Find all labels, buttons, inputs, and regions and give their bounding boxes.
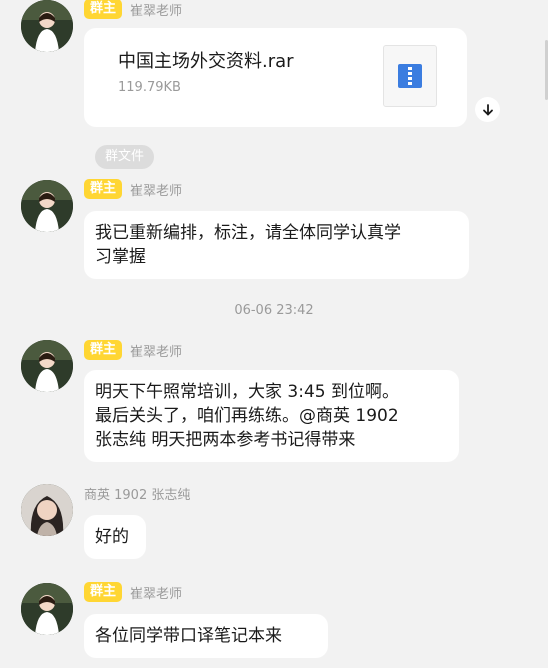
avatar-teacher[interactable] (21, 340, 73, 392)
message-bubble[interactable]: 好的 (84, 515, 146, 559)
message-text: 我已重新编排，标注，请全体同学认真学 (95, 223, 401, 243)
file-name: 中国主场外交资料.rar (118, 51, 294, 72)
sender-name: 崔翠老师 (130, 3, 183, 19)
file-card[interactable]: 中国主场外交资料.rar 119.79KB (84, 28, 467, 127)
message-text: 张志纯 明天把两本参考书记得带来 (95, 430, 356, 450)
message-text: 最后关头了，咱们再练练。@商英 1902 (95, 406, 399, 426)
owner-badge: 群主 (84, 582, 123, 602)
message-text: 明天下午照常培训，大家 3:45 到位啊。 (95, 382, 399, 402)
message-meta: 群主 崔翠老师 (84, 339, 182, 361)
owner-badge: 群主 (84, 0, 123, 19)
group-file-tag[interactable]: 群文件 (95, 145, 155, 169)
message-meta: 群主 崔翠老师 (84, 0, 182, 20)
avatar-student[interactable] (21, 484, 73, 536)
owner-badge: 群主 (84, 179, 123, 199)
owner-badge: 群主 (84, 340, 123, 360)
avatar-teacher[interactable] (21, 583, 73, 635)
message-bubble[interactable]: 各位同学带口译笔记本来 (84, 614, 328, 658)
sender-name: 崔翠老师 (130, 344, 183, 360)
zip-file-icon (383, 45, 437, 107)
file-size: 119.79KB (118, 80, 181, 95)
message-bubble[interactable]: 明天下午照常培训，大家 3:45 到位啊。 最后关头了，咱们再练练。@商英 19… (84, 370, 459, 462)
message-meta: 群主 崔翠老师 (84, 178, 182, 200)
avatar-teacher[interactable] (21, 0, 73, 52)
message-text: 好的 (95, 527, 129, 547)
sender-name: 商英 1902 张志纯 (84, 487, 191, 503)
download-icon[interactable] (475, 97, 500, 122)
message-meta: 群主 崔翠老师 (84, 581, 182, 603)
message-meta: 商英 1902 张志纯 (84, 482, 190, 504)
timestamp: 06-06 23:42 (234, 303, 314, 318)
message-text: 各位同学带口译笔记本来 (95, 626, 282, 646)
sender-name: 崔翠老师 (130, 183, 183, 199)
avatar-teacher[interactable] (21, 180, 73, 232)
message-bubble[interactable]: 我已重新编排，标注，请全体同学认真学 习掌握 (84, 211, 469, 279)
message-text: 习掌握 (95, 247, 146, 267)
sender-name: 崔翠老师 (130, 586, 183, 602)
